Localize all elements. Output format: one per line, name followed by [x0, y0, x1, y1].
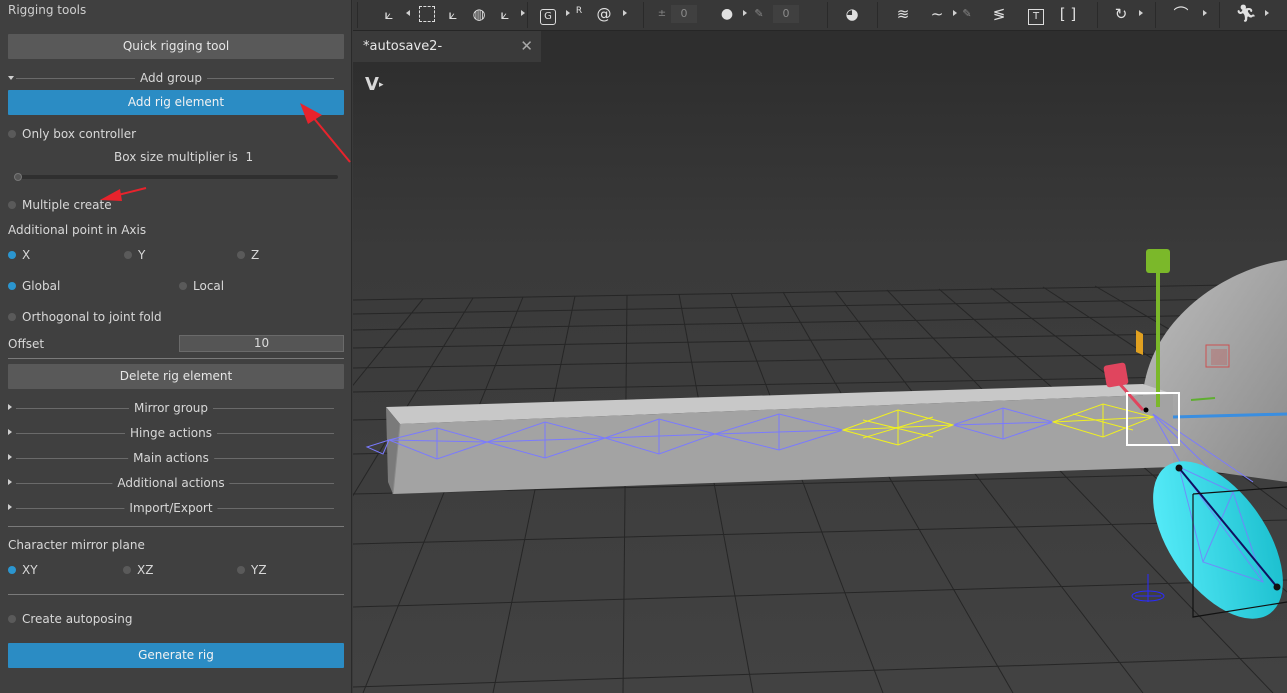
divider: [8, 594, 344, 595]
origin-gizmo: [1131, 574, 1165, 602]
multiple-create-checkbox[interactable]: Multiple create: [8, 198, 112, 212]
box-size-slider[interactable]: [14, 173, 338, 181]
spiral-icon[interactable]: @: [593, 3, 615, 25]
dropdown-arrow-icon[interactable]: [1203, 10, 1207, 16]
y-axis-handle: [1146, 249, 1170, 273]
running-figure-icon[interactable]: 🏃︎: [1233, 3, 1259, 25]
plane-xz-radio[interactable]: XZ: [123, 563, 153, 577]
dropdown-arrow-icon[interactable]: [521, 10, 525, 16]
radio-dot-icon: [124, 251, 132, 259]
shapes-icon[interactable]: ◕: [841, 3, 863, 25]
checkbox-dot-icon: [8, 313, 16, 321]
rotate-axis-icon[interactable]: ⟀: [493, 3, 517, 25]
pen-icon[interactable]: ✎: [753, 3, 765, 25]
divider: [8, 358, 344, 359]
braid-icon[interactable]: ≶: [987, 3, 1011, 25]
mirror-group-section[interactable]: Mirror group: [8, 401, 334, 415]
only-box-controller-checkbox[interactable]: Only box controller: [8, 127, 136, 141]
dropdown-arrow-icon[interactable]: [953, 10, 957, 16]
dropdown-arrow-icon[interactable]: [566, 10, 570, 16]
radio-dot-icon: [237, 251, 245, 259]
viewport-scene: [353, 249, 1287, 693]
collapse-arrow-icon: [8, 504, 12, 510]
checkbox-dot-icon: [8, 201, 16, 209]
additional-point-label: Additional point in Axis: [8, 223, 147, 237]
box-size-multiplier-value: 1: [245, 150, 254, 164]
r-icon[interactable]: R: [575, 0, 583, 22]
local-radio[interactable]: Local: [179, 279, 224, 293]
numeric-field-2[interactable]: 0: [773, 5, 799, 23]
rigging-tools-panel: Rigging tools Quick rigging tool Add gro…: [0, 0, 352, 693]
lasso-icon[interactable]: ↻: [1109, 3, 1133, 25]
axis-y-radio[interactable]: Y: [124, 248, 145, 262]
main-actions-section[interactable]: Main actions: [8, 451, 334, 465]
dropdown-arrow-icon[interactable]: [623, 10, 627, 16]
dropdown-arrow-icon[interactable]: [1265, 10, 1269, 16]
panel-title: Rigging tools: [8, 3, 87, 17]
offset-input[interactable]: 10: [179, 335, 344, 352]
numeric-field-1[interactable]: 0: [671, 5, 697, 23]
text-tool-icon[interactable]: T: [1025, 3, 1047, 25]
collapse-arrow-icon: [8, 479, 12, 485]
mirror-plane-label: Character mirror plane: [8, 538, 145, 552]
checkbox-dot-icon: [8, 130, 16, 138]
hinge-actions-section[interactable]: Hinge actions: [8, 426, 334, 440]
plane-yz-radio[interactable]: YZ: [237, 563, 267, 577]
bracket-icon[interactable]: [ ]: [1057, 3, 1079, 25]
radio-dot-icon: [237, 566, 245, 574]
collapse-arrow-icon: [8, 454, 12, 460]
document-tab[interactable]: *autosave2- ✕: [353, 31, 541, 62]
radio-dot-icon: [123, 566, 131, 574]
axis-z-radio[interactable]: Z: [237, 248, 259, 262]
g-mode-icon[interactable]: G: [537, 3, 559, 25]
select-rect-icon[interactable]: [415, 3, 439, 25]
arc-plus-icon[interactable]: ⌒: [1169, 3, 1193, 25]
dropdown-arrow-icon[interactable]: [743, 10, 747, 16]
collapse-arrow-icon: [8, 404, 12, 410]
curve-icon[interactable]: ∼: [925, 3, 949, 25]
axis-x-radio[interactable]: X: [8, 248, 30, 262]
wave-curves-icon[interactable]: ≋: [891, 3, 915, 25]
box-size-multiplier-label: Box size multiplier is 1: [114, 150, 254, 164]
move-axis-icon[interactable]: ⟀: [441, 3, 465, 25]
create-autoposing-checkbox[interactable]: Create autoposing: [8, 612, 132, 626]
collapse-arrow-icon: [8, 429, 12, 435]
add-group-section[interactable]: Add group: [8, 71, 334, 85]
import-export-section[interactable]: Import/Export: [8, 501, 334, 515]
sphere-icon[interactable]: ◍: [467, 3, 491, 25]
checkbox-dot-icon: [8, 615, 16, 623]
axis-transform-icon[interactable]: ⟀: [377, 3, 401, 25]
offset-label: Offset: [8, 337, 45, 351]
expand-arrow-icon: [8, 76, 14, 80]
global-radio[interactable]: Global: [8, 279, 60, 293]
slider-handle[interactable]: [14, 173, 22, 181]
generate-rig-button[interactable]: Generate rig: [8, 643, 344, 668]
radio-dot-icon: [8, 282, 16, 290]
radio-dot-icon: [8, 566, 16, 574]
main-toolbar: ⟀ ⟀ ◍ ⟀ G R @ ± 0 ● ✎ 0 ◕ ≋ ∼ ✎ ≶ T [ ] …: [353, 0, 1287, 31]
plane-xy-radio[interactable]: XY: [8, 563, 38, 577]
add-group-label: Add group: [135, 71, 207, 85]
radio-dot-icon: [8, 251, 16, 259]
arrow-left-icon[interactable]: [406, 10, 410, 16]
3d-viewport[interactable]: V▸: [353, 62, 1287, 693]
additional-actions-section[interactable]: Additional actions: [8, 476, 334, 490]
x-axis-handle: [1103, 362, 1129, 388]
close-icon[interactable]: ✕: [520, 31, 533, 62]
divider: [8, 526, 344, 527]
delete-rig-element-button[interactable]: Delete rig element: [8, 364, 344, 389]
dot-brush-icon[interactable]: ●: [717, 3, 737, 25]
pen-icon[interactable]: ✎: [961, 3, 973, 25]
plus-minus-icon[interactable]: ±: [657, 3, 667, 25]
document-tab-bar: *autosave2- ✕: [353, 31, 1287, 62]
quick-rigging-tool-button[interactable]: Quick rigging tool: [8, 34, 344, 59]
add-rig-element-button[interactable]: Add rig element: [8, 90, 344, 115]
orthogonal-checkbox[interactable]: Orthogonal to joint fold: [8, 310, 162, 324]
radio-dot-icon: [179, 282, 187, 290]
v-logo-icon[interactable]: V▸: [365, 74, 399, 96]
dropdown-arrow-icon[interactable]: [1139, 10, 1143, 16]
